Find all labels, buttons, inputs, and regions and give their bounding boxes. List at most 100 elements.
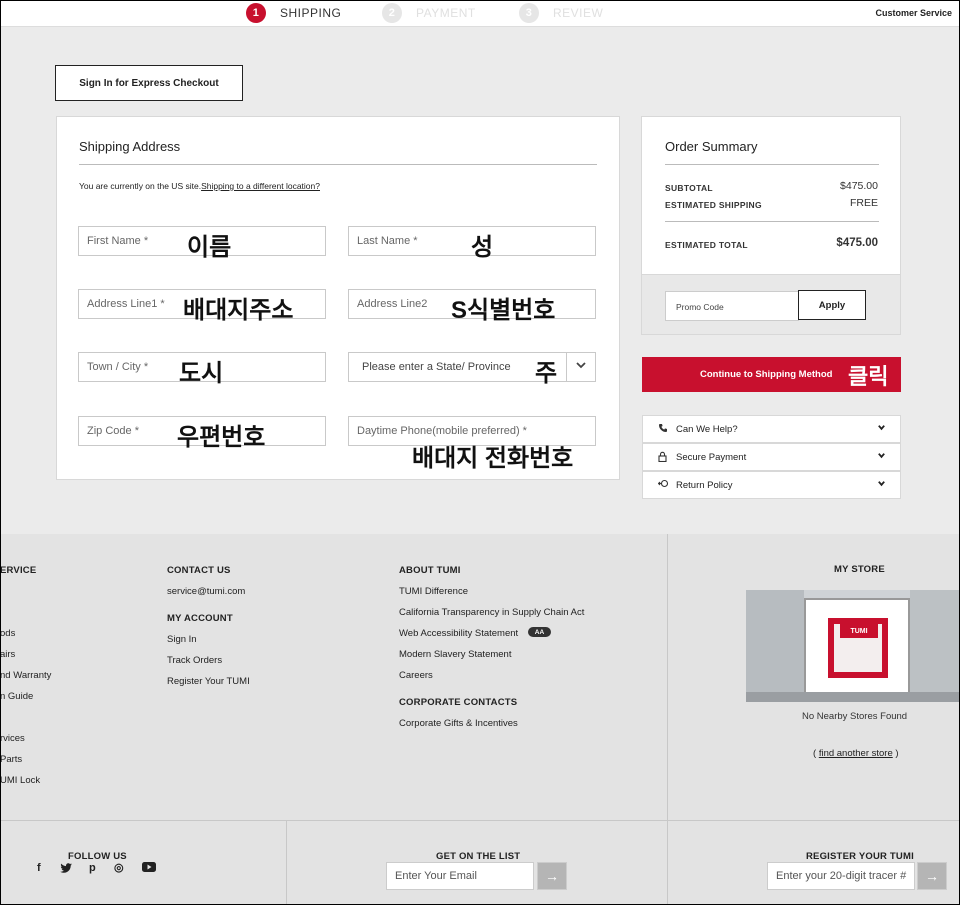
step-payment: 2 PAYMENT bbox=[382, 3, 476, 23]
footer-link[interactable]: Sign In bbox=[167, 634, 197, 645]
continue-to-shipping-method-button[interactable]: Continue to Shipping Method 클릭 bbox=[642, 357, 901, 392]
store-wall bbox=[746, 590, 804, 702]
store-window: TUMI bbox=[804, 598, 910, 694]
footer-link[interactable]: Parts bbox=[0, 754, 22, 765]
footer-divider bbox=[286, 820, 287, 905]
youtube-icon[interactable] bbox=[142, 862, 156, 875]
step-number: 1 bbox=[246, 3, 266, 23]
newsletter-email-input[interactable]: Enter Your Email bbox=[386, 862, 534, 890]
checkout-header: 1 SHIPPING 2 PAYMENT 3 REVIEW Customer S… bbox=[0, 0, 960, 27]
first-name-annotation: 이름 bbox=[187, 234, 232, 261]
city-annotation: 도시 bbox=[179, 360, 224, 387]
address-line1-annotation: 배대지주소 bbox=[183, 297, 294, 324]
accessibility-badge-icon: AA bbox=[528, 627, 551, 637]
footer-link[interactable]: airs bbox=[0, 649, 15, 660]
address-line2-annotation: S식별번호 bbox=[451, 297, 556, 324]
store-front-image: TUMI bbox=[746, 590, 960, 702]
zip-code-field[interactable]: Zip Code * 우편번호 bbox=[78, 416, 326, 451]
no-stores-text: No Nearby Stores Found bbox=[802, 711, 908, 722]
footer-about-heading: ABOUT TUMI bbox=[399, 565, 461, 576]
order-summary-card: Order Summary SUBTOTAL $475.00 ESTIMATED… bbox=[641, 116, 901, 335]
site-note-text: You are currently on the US site. bbox=[79, 181, 202, 191]
zip-code-annotation: 우편번호 bbox=[177, 424, 266, 451]
subtotal-label: SUBTOTAL bbox=[665, 183, 713, 193]
footer-corporate-heading: CORPORATE CONTACTS bbox=[399, 697, 518, 708]
shipping-cost-value: FREE bbox=[849, 197, 878, 209]
contact-email-link[interactable]: service@tumi.com bbox=[167, 586, 245, 597]
subtotal-value: $475.00 bbox=[840, 180, 878, 192]
find-another-store-link[interactable]: find another store bbox=[819, 748, 893, 759]
return-icon bbox=[657, 479, 669, 491]
chevron-down-icon[interactable] bbox=[575, 359, 587, 374]
footer-link[interactable]: Corporate Gifts & Incentives bbox=[399, 718, 518, 729]
footer-link[interactable]: nd Warranty bbox=[0, 670, 51, 681]
last-name-annotation: 성 bbox=[471, 234, 494, 261]
phone-placeholder: Daytime Phone(mobile preferred) * bbox=[357, 425, 527, 437]
divider bbox=[79, 164, 597, 165]
help-label: Secure Payment bbox=[676, 452, 747, 463]
newsletter-submit-button[interactable]: → bbox=[537, 862, 567, 890]
footer-link[interactable]: Web Accessibility Statement bbox=[399, 628, 518, 639]
first-name-field[interactable]: First Name * 이름 bbox=[78, 226, 326, 261]
last-name-field[interactable]: Last Name * 성 bbox=[348, 226, 596, 261]
promo-code-input[interactable]: Promo Code bbox=[665, 291, 799, 321]
site-note: You are currently on the US site.Shippin… bbox=[79, 181, 320, 191]
store-floor bbox=[746, 692, 960, 702]
tracer-submit-button[interactable]: → bbox=[917, 862, 947, 890]
promo-area: Promo Code Apply bbox=[642, 274, 900, 334]
step-label: SHIPPING bbox=[280, 6, 342, 20]
tracer-number-input[interactable]: Enter your 20-digit tracer # bbox=[767, 862, 915, 890]
phone-icon bbox=[658, 423, 668, 436]
express-checkout-button[interactable]: Sign In for Express Checkout bbox=[55, 65, 243, 101]
step-number: 2 bbox=[382, 3, 402, 23]
total-label: ESTIMATED TOTAL bbox=[665, 240, 748, 250]
step-number: 3 bbox=[519, 3, 539, 23]
twitter-icon[interactable] bbox=[60, 863, 72, 876]
pinterest-icon[interactable]: p bbox=[89, 862, 96, 874]
store-wall bbox=[910, 590, 960, 702]
divider bbox=[665, 221, 879, 222]
different-location-link[interactable]: Shipping to a different location? bbox=[201, 181, 320, 191]
zip-code-placeholder: Zip Code * bbox=[87, 425, 139, 437]
footer-link[interactable]: TUMI Difference bbox=[399, 586, 468, 597]
state-annotation: 주 bbox=[535, 360, 558, 387]
footer-divider bbox=[0, 820, 960, 821]
register-tumi-heading: REGISTER YOUR TUMI bbox=[806, 851, 914, 862]
state-placeholder: Please enter a State/ Province bbox=[362, 361, 511, 373]
help-row-return-policy[interactable]: Return Policy bbox=[642, 471, 901, 499]
continue-annotation: 클릭 bbox=[848, 364, 889, 389]
select-divider bbox=[566, 353, 567, 381]
footer-link[interactable]: Track Orders bbox=[167, 655, 222, 666]
footer-account-heading: MY ACCOUNT bbox=[167, 613, 233, 624]
footer-link[interactable]: UMI Lock bbox=[0, 775, 40, 786]
step-shipping[interactable]: 1 SHIPPING bbox=[246, 3, 341, 23]
address-line1-field[interactable]: Address Line1 * 배대지주소 bbox=[78, 289, 326, 324]
footer-link[interactable]: Modern Slavery Statement bbox=[399, 649, 511, 660]
footer-link[interactable]: Careers bbox=[399, 670, 433, 681]
customer-service-link[interactable]: Customer Service bbox=[875, 8, 952, 18]
state-select[interactable]: Please enter a State/ Province 주 bbox=[348, 352, 596, 387]
find-store: ( find another store ) bbox=[813, 748, 899, 759]
footer-link[interactable]: California Transparency in Supply Chain … bbox=[399, 607, 584, 618]
footer-link[interactable]: n Guide bbox=[0, 691, 33, 702]
help-label: Return Policy bbox=[676, 480, 733, 491]
divider bbox=[665, 164, 879, 165]
footer-link[interactable]: ods bbox=[0, 628, 15, 639]
address-line1-placeholder: Address Line1 * bbox=[87, 298, 165, 310]
get-on-list-heading: GET ON THE LIST bbox=[436, 851, 521, 862]
instagram-icon[interactable]: ◎ bbox=[114, 861, 124, 874]
footer-link[interactable]: rvices bbox=[0, 733, 25, 744]
help-row-can-we-help[interactable]: Can We Help? bbox=[642, 415, 901, 443]
help-row-secure-payment[interactable]: Secure Payment bbox=[642, 443, 901, 471]
facebook-icon[interactable]: f bbox=[37, 862, 41, 874]
city-field[interactable]: Town / City * 도시 bbox=[78, 352, 326, 387]
step-label: REVIEW bbox=[553, 6, 604, 20]
step-label: PAYMENT bbox=[416, 6, 476, 20]
footer-link[interactable]: Register Your TUMI bbox=[167, 676, 250, 687]
shipping-title: Shipping Address bbox=[79, 139, 181, 154]
continue-label: Continue to Shipping Method bbox=[700, 369, 833, 380]
apply-promo-button[interactable]: Apply bbox=[798, 290, 866, 320]
lock-icon bbox=[658, 451, 667, 465]
address-line2-field[interactable]: Address Line2 S식별번호 bbox=[348, 289, 596, 324]
my-store-heading: MY STORE bbox=[834, 564, 885, 575]
